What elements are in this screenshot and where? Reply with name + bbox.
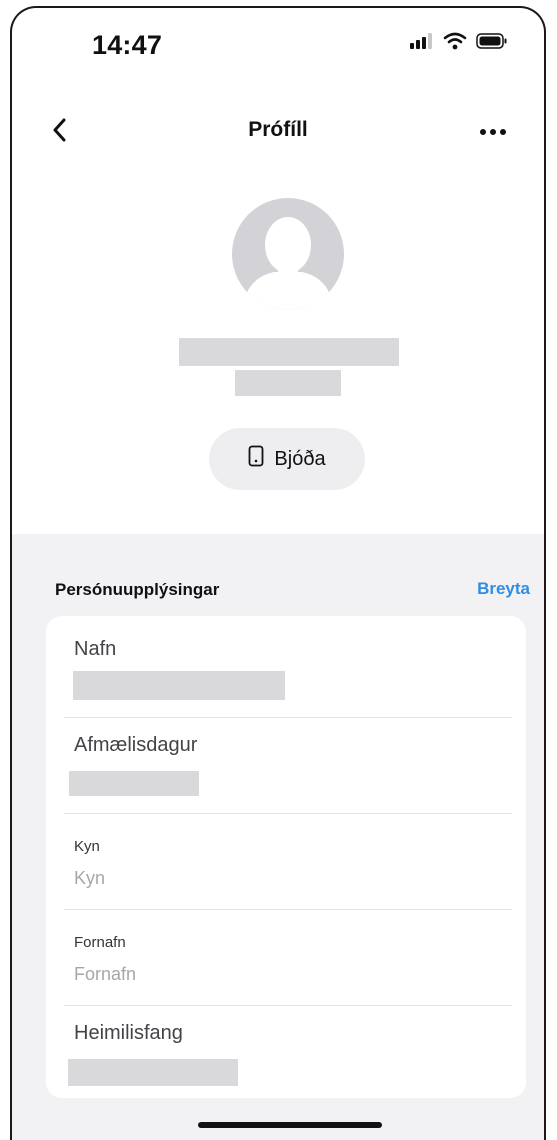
- profile-subtitle-redacted: [235, 370, 341, 396]
- phone-icon: [248, 445, 264, 473]
- field-label-pronoun: Fornafn: [74, 934, 126, 951]
- page-title: Prófíll: [248, 118, 308, 141]
- section-title: Persónuupplýsingar: [55, 580, 220, 599]
- home-indicator[interactable]: [198, 1122, 382, 1128]
- field-value-address-redacted: [68, 1059, 238, 1086]
- edit-button[interactable]: Breyta: [477, 579, 530, 599]
- more-button[interactable]: [476, 120, 510, 144]
- field-label-name: Nafn: [74, 638, 117, 660]
- field-value-name-redacted: [73, 671, 285, 700]
- invite-label: Bjóða: [274, 447, 326, 470]
- field-value-birthday-redacted: [69, 771, 199, 796]
- field-label-address: Heimilisfang: [74, 1022, 183, 1044]
- battery-icon: [476, 33, 508, 54]
- person-avatar-icon: [232, 198, 344, 314]
- divider: [64, 1005, 512, 1006]
- phone-frame: 14:47 Prófíll Bjóða Persónuupplýsingar B…: [10, 6, 546, 1140]
- field-value-gender[interactable]: Kyn: [74, 868, 105, 889]
- divider: [64, 909, 512, 910]
- status-bar: 14:47: [12, 8, 544, 78]
- status-icons: [410, 32, 508, 55]
- more-horizontal-icon: [476, 129, 510, 148]
- divider: [64, 813, 512, 814]
- status-time: 14:47: [92, 30, 163, 60]
- wifi-icon: [443, 32, 467, 55]
- field-value-pronoun[interactable]: Fornafn: [74, 964, 136, 985]
- field-label-birthday: Afmælisdagur: [74, 734, 198, 756]
- profile-name-redacted: [179, 338, 399, 366]
- nav-bar: Prófíll: [12, 108, 544, 158]
- divider: [64, 717, 512, 718]
- field-label-gender: Kyn: [74, 838, 100, 855]
- personal-info-card: Nafn Afmælisdagur Kyn Kyn Fornafn Fornaf…: [46, 616, 526, 1098]
- invite-button[interactable]: Bjóða: [209, 428, 365, 490]
- avatar: [232, 198, 344, 310]
- cellular-signal-icon: [410, 33, 434, 54]
